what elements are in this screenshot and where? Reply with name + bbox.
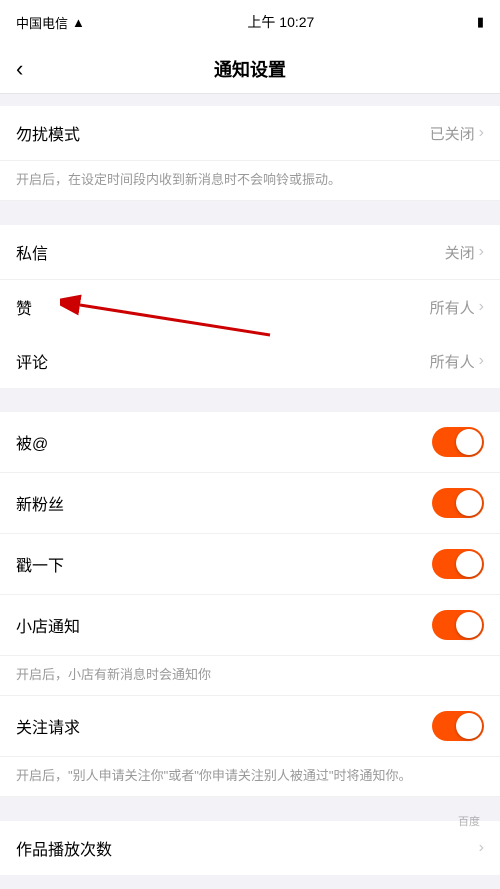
like-label: 赞 [16,295,32,319]
mention-toggle[interactable] [432,427,484,457]
gap-1 [0,201,500,213]
section-message: 私信 关闭 › 赞 所有人 › 评论 所有人 [0,225,500,388]
chevron-icon: › [479,298,484,316]
row-poke[interactable]: 戳一下 [0,534,500,595]
chevron-icon: › [479,243,484,261]
private-message-label: 私信 [16,240,48,264]
chevron-icon: › [479,124,484,142]
page-title: 通知设置 [214,56,286,82]
dnd-mode-value: 已关闭 [430,123,475,144]
follow-request-description: 开启后，"别人申请关注你"或者"你申请关注别人被通过"时将通知你。 [0,757,500,797]
section-dnd: 勿扰模式 已关闭 › 开启后，在设定时间段内收到新消息时不会响铃或振动。 [0,106,500,201]
mention-label: 被@ [16,430,48,454]
battery-icon: ▮ [477,14,484,30]
play-count-label: 作品播放次数 [16,836,112,860]
gap-2 [0,388,500,400]
section-toggles: 被@ 新粉丝 戳一下 小店通知 开启后，小店有新消息时会通知你 关注请求 开启后… [0,412,500,797]
like-value: 所有人 [430,297,475,318]
comment-value: 所有人 [430,351,475,372]
wifi-icon: ▲ [72,15,85,30]
private-message-right: 关闭 › [445,242,484,263]
private-message-value: 关闭 [445,242,475,263]
row-like[interactable]: 赞 所有人 › [0,280,500,334]
shop-notify-description: 开启后，小店有新消息时会通知你 [0,656,500,696]
row-play-count[interactable]: 作品播放次数 › [0,821,500,875]
follow-request-toggle[interactable] [432,711,484,741]
row-follow-request[interactable]: 关注请求 [0,696,500,757]
new-fans-label: 新粉丝 [16,491,64,515]
status-bar: 中国电信 ▲ 上午 10:27 ▮ [0,0,500,44]
carrier-label: 中国电信 [16,13,68,32]
play-count-right: › [479,839,484,857]
dnd-description: 开启后，在设定时间段内收到新消息时不会响铃或振动。 [0,161,500,201]
watermark: 百度 [458,813,480,829]
row-comment[interactable]: 评论 所有人 › [0,334,500,388]
row-mention[interactable]: 被@ [0,412,500,473]
comment-right: 所有人 › [430,351,484,372]
status-time: 上午 10:27 [247,12,314,32]
back-button[interactable]: ‹ [16,56,23,82]
poke-toggle[interactable] [432,549,484,579]
follow-request-label: 关注请求 [16,714,80,738]
like-row-container: 赞 所有人 › [0,280,500,334]
dnd-mode-label: 勿扰模式 [16,121,80,145]
comment-label: 评论 [16,349,48,373]
poke-label: 戳一下 [16,552,64,576]
status-right: ▮ [477,14,484,30]
row-new-fans[interactable]: 新粉丝 [0,473,500,534]
gap-3 [0,797,500,809]
row-private-message[interactable]: 私信 关闭 › [0,225,500,280]
new-fans-toggle[interactable] [432,488,484,518]
nav-bar: ‹ 通知设置 [0,44,500,94]
status-left: 中国电信 ▲ [16,13,85,32]
dnd-mode-right: 已关闭 › [430,123,484,144]
row-shop-notify[interactable]: 小店通知 [0,595,500,656]
chevron-icon: › [479,839,484,857]
row-dnd-mode[interactable]: 勿扰模式 已关闭 › [0,106,500,161]
chevron-icon: › [479,352,484,370]
section-play-count: 作品播放次数 › [0,821,500,875]
shop-notify-label: 小店通知 [16,613,80,637]
shop-notify-toggle[interactable] [432,610,484,640]
like-right: 所有人 › [430,297,484,318]
